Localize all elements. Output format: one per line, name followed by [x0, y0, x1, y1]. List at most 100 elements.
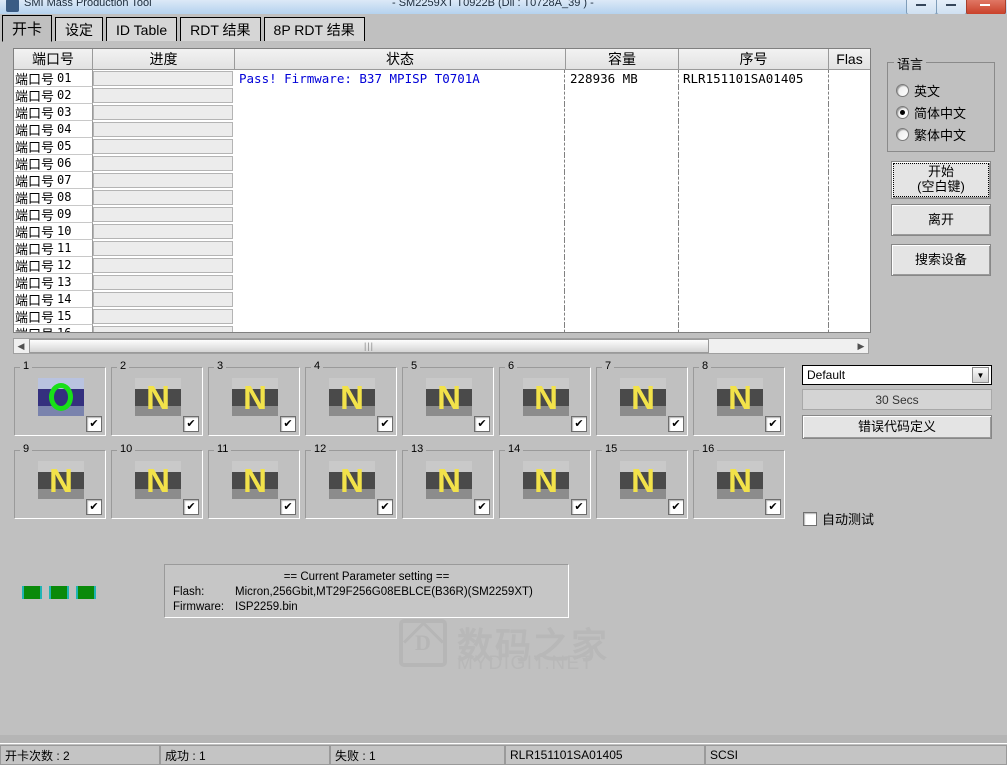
- table-header-6[interactable]: Flas: [829, 49, 870, 70]
- current-parameter-panel: == Current Parameter setting == Flash: Mi…: [164, 564, 569, 618]
- device-tile-9[interactable]: 9 N ✔: [14, 443, 106, 519]
- port-number: 14: [57, 292, 72, 306]
- device-tile-12[interactable]: 12 N ✔: [305, 443, 397, 519]
- table-header-4[interactable]: 容量: [566, 49, 679, 70]
- table-row[interactable]: 端口号 12: [14, 257, 870, 274]
- device-tile-checkbox[interactable]: ✔: [668, 499, 684, 515]
- device-tile-5[interactable]: 5 N ✔: [402, 360, 494, 436]
- table-row[interactable]: 端口号 05: [14, 138, 870, 155]
- horizontal-scrollbar[interactable]: ◀ ||| ▶: [13, 338, 869, 354]
- device-tile-checkbox[interactable]: ✔: [183, 499, 199, 515]
- device-tile-checkbox[interactable]: ✔: [571, 499, 587, 515]
- device-tile-image: N: [523, 461, 569, 499]
- close-icon[interactable]: [966, 0, 1006, 14]
- device-tile-checkbox[interactable]: ✔: [377, 416, 393, 432]
- tab-4[interactable]: RDT 结果: [180, 17, 261, 41]
- port-status-table[interactable]: 端口号 进度 状态 容量 序号 Flas 端口号 01 Pass! Firmware: B37…: [13, 48, 871, 333]
- table-row[interactable]: 端口号 09: [14, 206, 870, 223]
- cell-flash: [829, 155, 870, 172]
- device-tile-checkbox[interactable]: ✔: [765, 416, 781, 432]
- table-header-1[interactable]: 端口号: [14, 49, 93, 70]
- device-tile-checkbox[interactable]: ✔: [280, 499, 296, 515]
- watermark: D 数码之家 MYDIGIT.NET: [399, 617, 609, 674]
- device-tile-8[interactable]: 8 N ✔: [693, 360, 785, 436]
- table-row[interactable]: 端口号 04: [14, 121, 870, 138]
- device-tile-checkbox[interactable]: ✔: [377, 499, 393, 515]
- device-tile-7[interactable]: 7 N ✔: [596, 360, 688, 436]
- table-row[interactable]: 端口号 01 Pass! Firmware: B37 MPISP T0701A 228…: [14, 70, 870, 87]
- cell-state: [235, 257, 565, 274]
- status-pane-2: 成功 : 1: [160, 745, 330, 765]
- table-row[interactable]: 端口号 06: [14, 155, 870, 172]
- device-tile-3[interactable]: 3 N ✔: [208, 360, 300, 436]
- device-tile-2[interactable]: 2 N ✔: [111, 360, 203, 436]
- cell-state: [235, 138, 565, 155]
- cell-serial: [679, 240, 829, 257]
- language-option-simplified-chinese[interactable]: 简体中文: [896, 103, 966, 122]
- tab-2[interactable]: 设定: [55, 17, 104, 41]
- error-code-definition-button[interactable]: 错误代码定义: [802, 415, 992, 439]
- device-tile-checkbox[interactable]: ✔: [183, 416, 199, 432]
- device-tile-6[interactable]: 6 N ✔: [499, 360, 591, 436]
- window-title-bar[interactable]: SMI Mass Production Tool - SM2259XT T092…: [0, 0, 1007, 14]
- device-tile-16[interactable]: 16 N ✔: [693, 443, 785, 519]
- device-tile-checkbox[interactable]: ✔: [765, 499, 781, 515]
- table-row[interactable]: 端口号 15: [14, 308, 870, 325]
- device-tile-checkbox[interactable]: ✔: [474, 416, 490, 432]
- check-icon: ✔: [768, 500, 778, 513]
- minimize-icon[interactable]: [906, 0, 937, 14]
- device-tile-10[interactable]: 10 N ✔: [111, 443, 203, 519]
- exit-button[interactable]: 离开: [891, 204, 991, 236]
- port-number: 15: [57, 309, 72, 323]
- device-tile-1[interactable]: 1 ✔: [14, 360, 106, 436]
- language-option-traditional-chinese[interactable]: 繁体中文: [896, 125, 966, 144]
- device-tile-11[interactable]: 11 N ✔: [208, 443, 300, 519]
- cell-state: [235, 308, 565, 325]
- language-option-label: 英文: [914, 84, 941, 99]
- table-header-5[interactable]: 序号: [679, 49, 829, 70]
- table-row[interactable]: 端口号 10: [14, 223, 870, 240]
- auto-test-checkbox[interactable]: 自动测试: [803, 509, 874, 528]
- device-tile-checkbox[interactable]: ✔: [571, 416, 587, 432]
- tab-5[interactable]: 8P RDT 结果: [263, 17, 365, 41]
- device-tile-number: 7: [602, 360, 615, 372]
- start-button[interactable]: 开始 (空白键): [891, 161, 991, 199]
- device-tile-4[interactable]: 4 N ✔: [305, 360, 397, 436]
- table-row[interactable]: 端口号16: [14, 325, 870, 332]
- device-tile-checkbox[interactable]: ✔: [280, 416, 296, 432]
- window-title: SMI Mass Production Tool: [24, 0, 152, 9]
- device-tile-checkbox[interactable]: ✔: [474, 499, 490, 515]
- scrollbar-thumb[interactable]: |||: [29, 339, 709, 353]
- chevron-down-icon[interactable]: ▼: [972, 367, 989, 383]
- table-row[interactable]: 端口号 02: [14, 87, 870, 104]
- tab-3[interactable]: ID Table: [106, 17, 178, 41]
- tab-1[interactable]: 开卡: [2, 15, 53, 42]
- language-option-english[interactable]: 英文: [896, 81, 940, 100]
- table-header-2[interactable]: 进度: [93, 49, 235, 70]
- device-tile-checkbox[interactable]: ✔: [668, 416, 684, 432]
- port-number: 12: [57, 258, 72, 272]
- check-icon: ✔: [89, 500, 99, 513]
- device-tile-checkbox[interactable]: ✔: [86, 416, 102, 432]
- table-row[interactable]: 端口号 03: [14, 104, 870, 121]
- table-row[interactable]: 端口号 08: [14, 189, 870, 206]
- table-header-3[interactable]: 状态: [235, 49, 566, 70]
- device-tile-checkbox[interactable]: ✔: [86, 499, 102, 515]
- device-tile-number: 6: [505, 360, 518, 372]
- table-row[interactable]: 端口号 07: [14, 172, 870, 189]
- profile-select[interactable]: Default ▼: [802, 365, 992, 385]
- table-row[interactable]: 端口号 13: [14, 274, 870, 291]
- status-pane-text: SCSI: [710, 748, 739, 762]
- search-device-button[interactable]: 搜索设备: [891, 244, 991, 276]
- device-tile-14[interactable]: 14 N ✔: [499, 443, 591, 519]
- chevron-right-icon[interactable]: ▶: [854, 339, 868, 353]
- maximize-icon[interactable]: [936, 0, 967, 14]
- port-number: 07: [57, 173, 72, 187]
- table-row[interactable]: 端口号 14: [14, 291, 870, 308]
- device-tile-image: N: [38, 461, 84, 499]
- device-tile-13[interactable]: 13 N ✔: [402, 443, 494, 519]
- chevron-left-icon[interactable]: ◀: [14, 339, 28, 353]
- device-tile-15[interactable]: 15 N ✔: [596, 443, 688, 519]
- cell-flash: [829, 257, 870, 274]
- table-row[interactable]: 端口号 11: [14, 240, 870, 257]
